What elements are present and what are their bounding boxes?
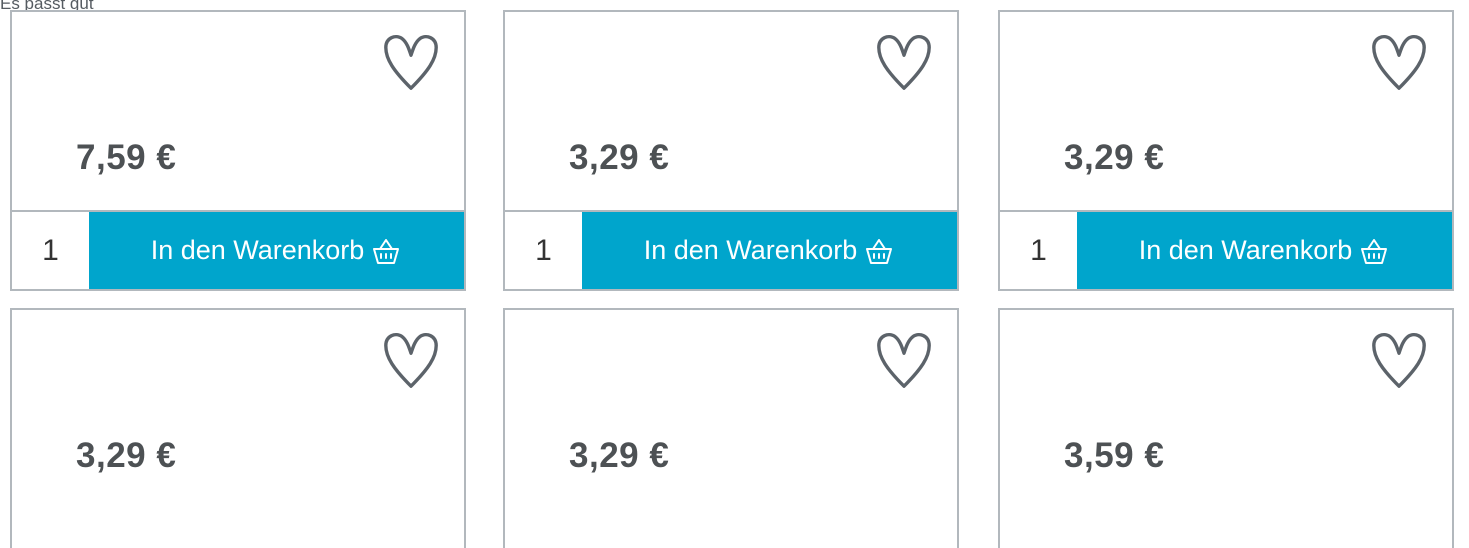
quantity-input[interactable]: 1 (12, 212, 89, 289)
heart-icon[interactable] (380, 330, 442, 392)
add-to-cart-button[interactable]: In den Warenkorb (1077, 212, 1452, 289)
add-to-cart-row: 1 In den Warenkorb (1000, 210, 1452, 289)
heart-icon[interactable] (1368, 330, 1430, 392)
heart-icon[interactable] (873, 32, 935, 94)
product-card: 7,59 € 1 In den Warenkorb (10, 10, 466, 291)
partial-heading: Es passt gut (0, 0, 94, 10)
product-card: 3,29 € (10, 308, 466, 548)
add-to-cart-label: In den Warenkorb (1138, 235, 1353, 265)
add-to-cart-label: In den Warenkorb (643, 235, 858, 265)
product-card: 3,29 € 1 In den Warenkorb (503, 10, 959, 291)
add-to-cart-button[interactable]: In den Warenkorb (582, 212, 957, 289)
basket-icon (370, 236, 402, 266)
quantity-input[interactable]: 1 (505, 212, 582, 289)
add-to-cart-row: 1 In den Warenkorb (12, 210, 464, 289)
basket-icon (1358, 236, 1390, 266)
heart-icon[interactable] (1368, 32, 1430, 94)
product-card: 3,29 € (503, 308, 959, 548)
add-to-cart-button[interactable]: In den Warenkorb (89, 212, 464, 289)
product-price: 3,29 € (76, 436, 177, 475)
quantity-input[interactable]: 1 (1000, 212, 1077, 289)
basket-icon (863, 236, 895, 266)
product-price: 3,29 € (569, 436, 670, 475)
heart-icon[interactable] (873, 330, 935, 392)
product-price: 3,59 € (1064, 436, 1165, 475)
product-price: 3,29 € (1064, 138, 1165, 177)
product-price: 3,29 € (569, 138, 670, 177)
add-to-cart-label: In den Warenkorb (150, 235, 365, 265)
heart-icon[interactable] (380, 32, 442, 94)
product-card: 3,29 € 1 In den Warenkorb (998, 10, 1454, 291)
product-price: 7,59 € (76, 138, 177, 177)
add-to-cart-row: 1 In den Warenkorb (505, 210, 957, 289)
product-card: 3,59 € (998, 308, 1454, 548)
